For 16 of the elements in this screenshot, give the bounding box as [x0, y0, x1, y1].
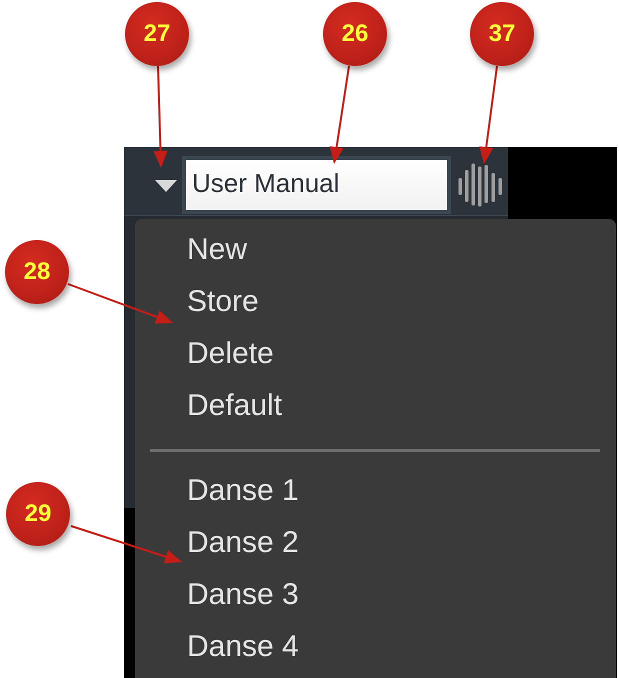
menu-item[interactable]: New [135, 224, 616, 276]
callout-number: 28 [5, 240, 69, 304]
callout-number: 26 [323, 2, 387, 66]
caret-icon[interactable] [155, 180, 177, 192]
callout-number: 29 [6, 482, 70, 546]
menu-item[interactable]: Danse 2 [135, 517, 616, 569]
menu-item[interactable]: Danse 1 [135, 465, 616, 517]
menu-item[interactable]: Danse 4 [135, 621, 616, 673]
preset-name-field[interactable]: User Manual [182, 156, 451, 214]
menu-item[interactable]: Default [135, 380, 616, 432]
menu-item[interactable]: Delete [135, 328, 616, 380]
menu-item[interactable]: Store [135, 276, 616, 328]
waveform-icon[interactable] [458, 163, 503, 207]
callout-number: 27 [125, 2, 189, 66]
menu-item[interactable]: Danse 3 [135, 569, 616, 621]
callout-number: 37 [470, 2, 534, 66]
